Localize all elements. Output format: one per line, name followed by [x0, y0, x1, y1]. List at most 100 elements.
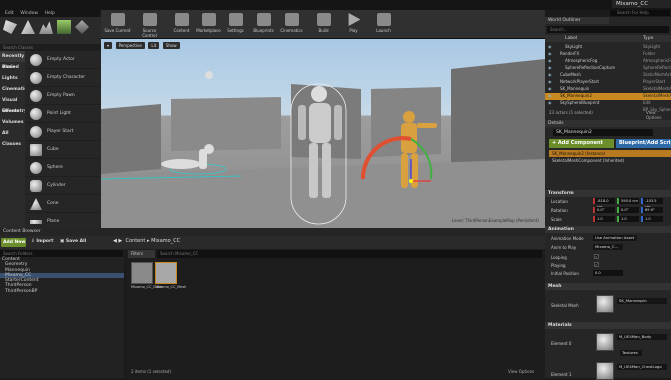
project-tab[interactable]: Mixamo_CC: [612, 0, 671, 8]
location-z[interactable]: -103.5 cm: [641, 198, 663, 209]
blueprint-script-button[interactable]: Blueprint/Add Script: [616, 139, 671, 148]
asset-tile[interactable]: Mixamo_CC_Cube: [131, 262, 162, 296]
category-cinematic[interactable]: Cinematic: [0, 84, 27, 95]
content-browser-tab[interactable]: Content Browser: [0, 228, 545, 236]
visibility-eye-icon[interactable]: ◉: [548, 86, 552, 93]
visibility-eye-icon[interactable]: ◉: [548, 58, 552, 65]
outliner-view-options[interactable]: View Options: [646, 110, 671, 120]
rotation-y[interactable]: 0.0°: [617, 207, 639, 213]
foliage-mode-icon[interactable]: [57, 20, 71, 34]
place-item[interactable]: Point Light: [25, 105, 101, 123]
show-button[interactable]: Show: [162, 42, 180, 49]
place-mode-icon[interactable]: [3, 20, 17, 34]
element-0-dropdown[interactable]: M_UE4Man_Body: [617, 334, 667, 340]
save-all-button[interactable]: ▣ Save All: [60, 239, 86, 244]
world-outliner-tab[interactable]: World Outliner: [545, 17, 609, 24]
save-current-button[interactable]: Save Current: [103, 12, 132, 38]
details-tab[interactable]: Details: [545, 120, 671, 127]
place-item[interactable]: Sphere: [25, 159, 101, 177]
level-viewport[interactable]: [101, 39, 545, 228]
category-all-classes[interactable]: All Classes: [0, 128, 25, 147]
place-item[interactable]: Player Start: [25, 123, 101, 141]
place-item[interactable]: Cone: [25, 195, 101, 213]
add-component-button[interactable]: + Add Component: [549, 139, 614, 148]
paint-mode-icon[interactable]: [21, 20, 35, 34]
outliner-row[interactable]: ◉ SkySphereBlueprint Edit BP_Sky_Sphere: [545, 100, 671, 112]
element-1-dropdown[interactable]: M_UE4Man_ChestLogo: [617, 364, 667, 370]
visibility-eye-icon[interactable]: ◉: [548, 65, 552, 72]
menu-help[interactable]: Help: [45, 11, 55, 16]
animation-section[interactable]: Animation: [545, 226, 671, 233]
category-volumes[interactable]: Volumes: [0, 117, 25, 128]
outliner-row-selected[interactable]: ◉ SK_Mannequin2 SkeletalMeshActor: [545, 93, 671, 100]
outliner-search-input[interactable]: Search...: [547, 26, 669, 33]
skeletal-mesh-dropdown[interactable]: SK_Mannequin: [617, 298, 667, 304]
menu-window[interactable]: Window: [20, 11, 38, 16]
perspective-button[interactable]: Perspective: [115, 42, 145, 49]
visibility-eye-icon[interactable]: ◉: [548, 79, 552, 86]
playing-checkbox[interactable]: ✓: [594, 262, 599, 267]
outliner-row[interactable]: ◉ RenderFX Folder: [545, 51, 671, 58]
visibility-eye-icon[interactable]: ◉: [548, 72, 552, 79]
category-basic[interactable]: Basic: [0, 62, 25, 73]
place-item[interactable]: Cylinder: [25, 177, 101, 195]
component-skeletal-mesh[interactable]: SkeletalMeshComponent (Inherited): [549, 157, 671, 164]
actor-name-field[interactable]: SK_Mannequin2: [553, 129, 653, 136]
filters-button[interactable]: Filters: [128, 250, 155, 258]
back-arrow-icon[interactable]: ◀ ▶: [113, 238, 122, 244]
play-button[interactable]: Play: [339, 12, 368, 38]
rotation-x[interactable]: 0.0°: [593, 207, 615, 213]
blueprints-button[interactable]: Blueprints: [249, 12, 278, 38]
rotation-z[interactable]: 89.9°: [641, 207, 663, 213]
initial-position-field[interactable]: 0.0: [593, 270, 623, 276]
material-thumbnail[interactable]: [596, 362, 614, 380]
outliner-row[interactable]: ◉ SK_Mannequin SkeletalMeshActor: [545, 86, 671, 93]
transform-section[interactable]: Transform: [545, 190, 671, 197]
breadcrumb-mixamo[interactable]: Mixamo_CC: [151, 238, 180, 244]
type-column-header[interactable]: Type: [643, 35, 653, 42]
scale-x[interactable]: 1.0: [593, 216, 615, 222]
looping-checkbox[interactable]: ✓: [594, 254, 599, 259]
asset-tile-selected[interactable]: Mixamo_CC_Mesh: [155, 262, 186, 296]
outliner-row[interactable]: ◉ SphereReflectionCapture SphereReflection…: [545, 65, 671, 72]
label-column-header[interactable]: Label: [565, 35, 577, 42]
tree-item[interactable]: ThirdPersonBP: [0, 289, 124, 294]
place-item[interactable]: Empty Character: [25, 69, 101, 87]
content-button[interactable]: Content: [167, 12, 196, 38]
light-source-icon[interactable]: [205, 71, 213, 79]
outliner-row[interactable]: ◉ CubeMesh StaticMeshActor: [545, 72, 671, 79]
place-item[interactable]: Empty Pawn: [25, 87, 101, 105]
lit-button[interactable]: Lit: [148, 42, 160, 49]
category-lights[interactable]: Lights: [0, 73, 25, 84]
category-geometry[interactable]: Geometry: [0, 106, 27, 117]
outliner-row[interactable]: ◉ AtmosphericFog AtmosphericFog: [545, 58, 671, 65]
add-new-button[interactable]: Add New: [1, 238, 26, 247]
asset-search-input[interactable]: Search Mixamo_CC: [157, 250, 542, 258]
import-button[interactable]: ⇩ Import: [31, 239, 53, 244]
scale-z[interactable]: 1.0: [641, 216, 663, 222]
materials-section[interactable]: Materials: [545, 322, 671, 329]
element-0-textures-dropdown[interactable]: Textures: [620, 350, 642, 356]
category-recently-placed[interactable]: Recently Placed: [0, 51, 25, 70]
cinematics-button[interactable]: Cinematics: [277, 12, 306, 38]
place-item[interactable]: Cube: [25, 141, 101, 159]
class-search-input[interactable]: Search Classes: [0, 44, 101, 51]
source-control-button[interactable]: Source Control: [135, 12, 164, 38]
menu-edit[interactable]: Edit: [5, 11, 14, 16]
landscape-mode-icon[interactable]: [39, 21, 53, 34]
settings-button[interactable]: Settings: [221, 12, 250, 38]
marketplace-button[interactable]: Marketplace: [194, 12, 223, 38]
visibility-eye-icon[interactable]: ◉: [548, 44, 552, 51]
geometry-mode-icon[interactable]: [75, 20, 89, 34]
view-options-button[interactable]: View Options: [508, 369, 534, 374]
material-thumbnail[interactable]: [596, 333, 614, 351]
build-button[interactable]: Build: [309, 12, 338, 38]
anim-to-play-dropdown[interactable]: Mixamo_C...: [593, 244, 623, 250]
outliner-row[interactable]: ◉ NetworkPlayerStart PlayerStart: [545, 79, 671, 86]
visibility-eye-icon[interactable]: ◉: [548, 100, 552, 107]
scale-y[interactable]: 1.0: [617, 216, 639, 222]
animation-mode-dropdown[interactable]: Use Animation Asset: [593, 235, 637, 241]
breadcrumb-content[interactable]: Content: [125, 238, 145, 244]
mesh-section[interactable]: Mesh: [545, 283, 671, 290]
place-item[interactable]: Empty Actor: [25, 51, 101, 69]
